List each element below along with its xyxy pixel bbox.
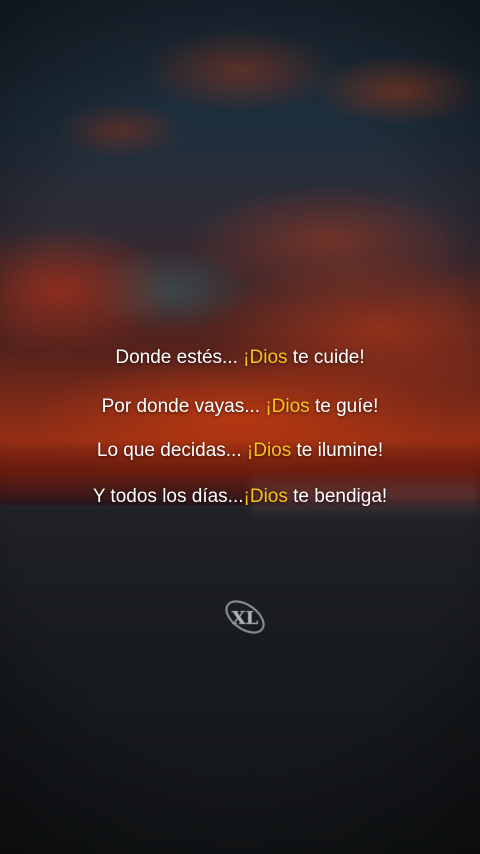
quote-line-text: te bendiga! bbox=[287, 486, 388, 507]
quote-line-2: Por donde vayas... ¡Dios te guíe! bbox=[0, 395, 480, 419]
quote-line-text: Donde estés... bbox=[115, 347, 244, 368]
quote-line-1: Donde estés... ¡Dios te cuide! bbox=[0, 346, 480, 370]
quote-line-4: Y todos los días...¡Dios te bendiga! bbox=[0, 485, 480, 509]
quote-line-text: te guíe! bbox=[309, 396, 379, 417]
watermark-text: XL bbox=[232, 608, 259, 629]
quote-highlight: ¡Dios bbox=[243, 347, 288, 368]
quote-line-text: te ilumine! bbox=[291, 440, 384, 461]
vignette bbox=[0, 0, 480, 854]
background-scene bbox=[0, 0, 480, 854]
quote-line-text: te cuide! bbox=[287, 347, 365, 368]
quote-line-text: Lo que decidas... bbox=[96, 440, 247, 461]
quote-highlight: ¡Dios bbox=[246, 440, 292, 461]
quote-line-text: Por donde vayas... bbox=[101, 396, 266, 417]
quote-line-text: Y todos los días... bbox=[92, 486, 244, 507]
quote-highlight: ¡Dios bbox=[265, 396, 310, 417]
quote-line-3: Lo que decidas... ¡Dios te ilumine! bbox=[0, 439, 480, 463]
quote-highlight: ¡Dios bbox=[243, 486, 288, 507]
xl-logo-icon: XL bbox=[220, 597, 270, 637]
